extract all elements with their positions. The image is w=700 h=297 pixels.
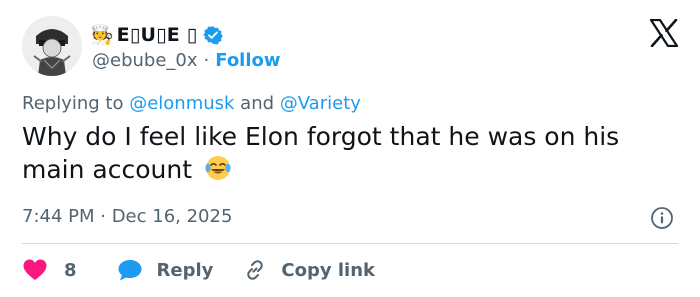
reply-label: Reply bbox=[156, 259, 214, 281]
like-count: 8 bbox=[64, 259, 77, 281]
handle-row: @ebube_0x · Follow bbox=[92, 48, 281, 72]
avatar[interactable] bbox=[22, 16, 82, 76]
replying-to: Replying to @elonmusk and @Variety bbox=[22, 93, 361, 114]
speech-bubble-icon bbox=[117, 258, 143, 282]
like-button[interactable]: 8 bbox=[22, 258, 77, 282]
follow-button[interactable]: Follow bbox=[215, 50, 280, 71]
face-with-tears-of-joy-icon bbox=[204, 154, 232, 190]
handle[interactable]: @ebube_0x bbox=[92, 50, 198, 71]
copy-link-button[interactable]: Copy link bbox=[243, 258, 375, 282]
mention-elonmusk[interactable]: @elonmusk bbox=[129, 93, 234, 114]
badge-emoji: 🧑‍🍳 bbox=[90, 23, 114, 46]
verified-badge-icon bbox=[203, 25, 224, 45]
info-icon[interactable] bbox=[650, 206, 674, 230]
x-logo-icon[interactable] bbox=[649, 18, 679, 48]
display-name[interactable]: E▯U▯E ▯ bbox=[117, 24, 198, 46]
timestamp[interactable]: 7:44 PM · Dec 16, 2025 bbox=[22, 206, 232, 227]
heart-icon bbox=[22, 258, 48, 282]
mention-variety[interactable]: @Variety bbox=[280, 93, 361, 114]
tweet-body: Why do I feel like Elon forgot that he w… bbox=[22, 120, 672, 190]
copy-link-label: Copy link bbox=[281, 259, 375, 281]
action-bar: 8 Reply Copy link bbox=[22, 256, 375, 284]
link-icon bbox=[243, 258, 267, 282]
reply-button[interactable]: Reply bbox=[117, 258, 214, 282]
tweet-card: 🧑‍🍳 E▯U▯E ▯ @ebube_0x · Follow Replying … bbox=[0, 0, 700, 297]
name-row: 🧑‍🍳 E▯U▯E ▯ bbox=[90, 22, 224, 48]
divider bbox=[22, 243, 678, 244]
separator-dot: · bbox=[203, 49, 210, 71]
replying-connector: and bbox=[234, 93, 280, 114]
replying-prefix: Replying to bbox=[22, 93, 130, 114]
tweet-text: Why do I feel like Elon forgot that he w… bbox=[22, 122, 620, 184]
